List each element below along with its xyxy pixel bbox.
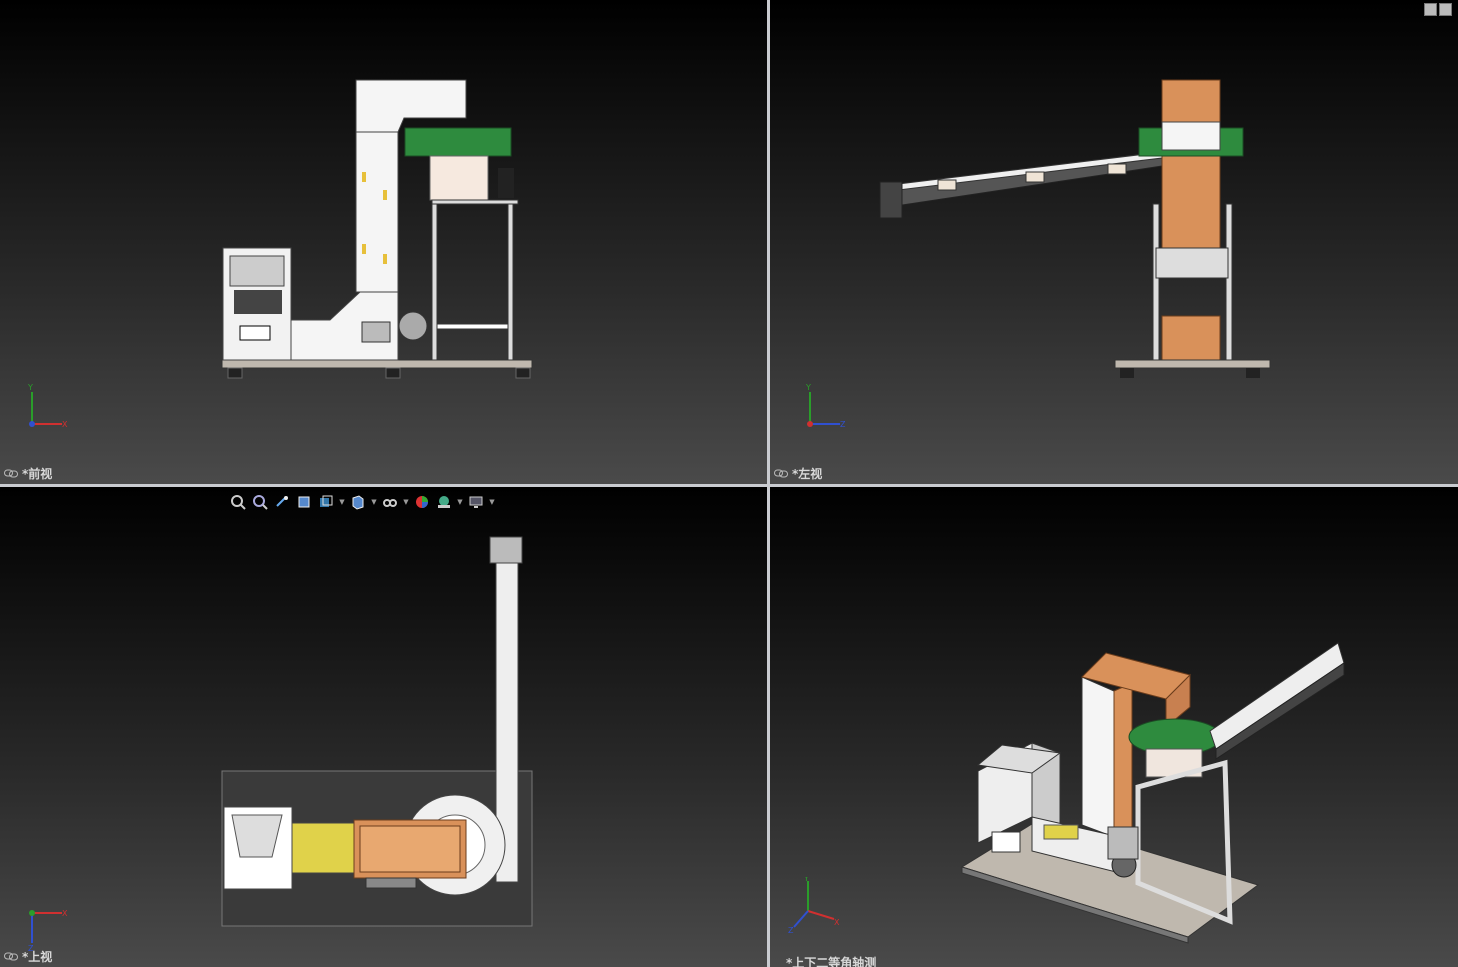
isometric-view-model[interactable]	[770, 487, 1458, 967]
viewport-name: *上下二等角轴测	[786, 955, 877, 967]
axis-z-label: Z	[840, 420, 846, 429]
viewport-name: *前视	[22, 466, 53, 481]
viewport-name: *左视	[792, 466, 823, 481]
viewport-name: *上视	[22, 949, 53, 964]
axis-triad: Y Z	[805, 383, 846, 429]
viewport-left[interactable]: Y Z *左视	[770, 0, 1458, 484]
link-icon	[4, 952, 18, 960]
top-view-model[interactable]	[0, 487, 767, 967]
viewport-label-top: *上视	[4, 948, 52, 964]
viewport-label-iso: *上下二等角轴测	[786, 954, 876, 967]
axis-triad: Y X Z	[788, 877, 840, 933]
viewport-label-front: *前视	[4, 465, 52, 481]
axis-triad: X Z	[28, 909, 68, 953]
link-icon	[774, 469, 788, 477]
viewport-splitter-horizontal[interactable]	[0, 484, 1458, 487]
viewport-front[interactable]: Y X *前视	[0, 0, 767, 484]
front-view-model[interactable]	[0, 0, 767, 484]
axis-z-label: Z	[788, 926, 794, 933]
viewport-top[interactable]: ▼ ▼ ▼ ▼ ▼ X Z *上视	[0, 487, 767, 967]
viewport-isometric[interactable]: Y X Z *上下二等角轴测	[770, 487, 1458, 967]
axis-x-label: X	[62, 420, 68, 429]
axis-y-label: Y	[27, 383, 33, 392]
viewport-label-left: *左视	[774, 465, 822, 481]
axis-y-label: Y	[803, 877, 809, 883]
axis-triad: Y X	[27, 383, 68, 429]
axis-x-label: X	[62, 909, 68, 918]
axis-y-label: Y	[805, 383, 811, 392]
left-view-model[interactable]	[770, 0, 1458, 484]
viewport-menu-button[interactable]	[1424, 3, 1452, 16]
link-icon	[4, 469, 18, 477]
axis-x-label: X	[834, 918, 840, 927]
